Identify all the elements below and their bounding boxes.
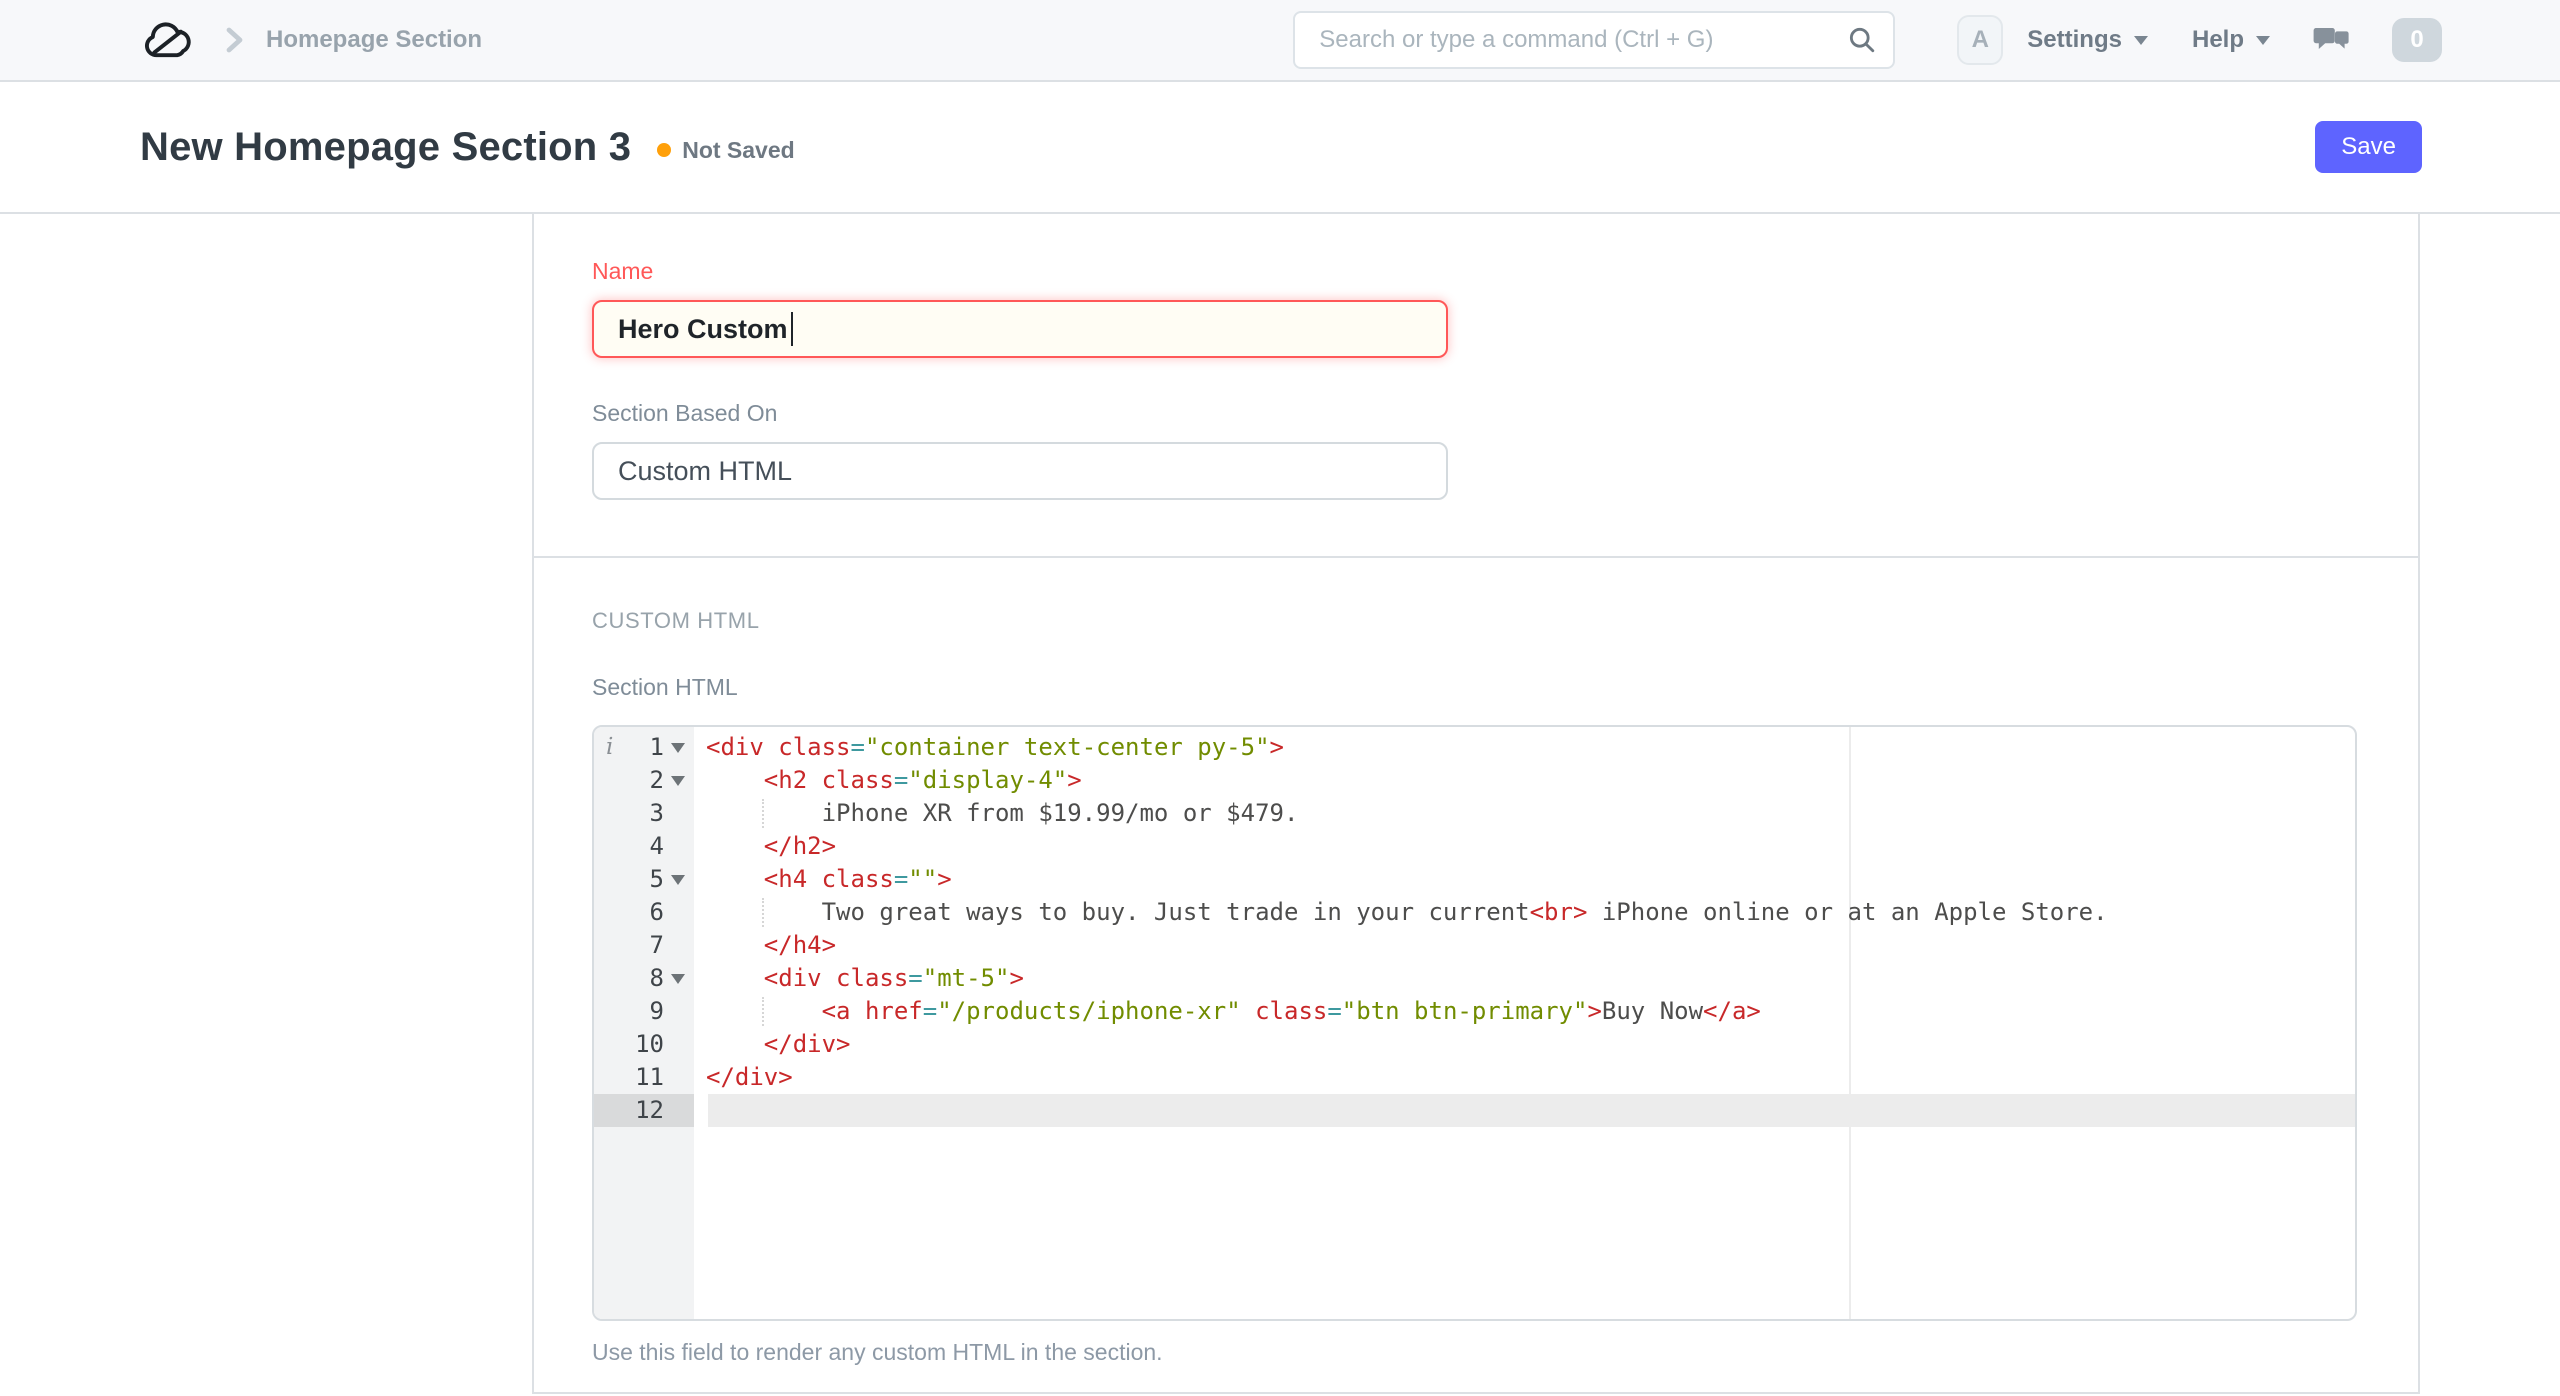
code-line[interactable]: 9 <a href="/products/iphone-xr" class="b…: [594, 995, 2355, 1028]
status-dot-icon: [657, 143, 672, 157]
form-column: Name Hero Custom Section Based On Custom…: [532, 214, 2420, 1394]
help-menu[interactable]: Help: [2192, 26, 2270, 54]
indent-guide: [762, 898, 764, 927]
breadcrumb-chevron-icon: [226, 27, 243, 53]
code-editor[interactable]: i 1 <div class="container text-center py-5…: [592, 725, 2357, 1321]
code-line[interactable]: 3 iPhone XR from $19.99/mo or $479.: [594, 797, 2355, 830]
user-avatar[interactable]: A: [1957, 15, 2004, 65]
code-line[interactable]: 11 </div>: [594, 1061, 2355, 1094]
search-input[interactable]: [1293, 11, 1896, 69]
chevron-down-icon: [2133, 35, 2148, 45]
indent-guide: [762, 799, 764, 828]
code-line[interactable]: 8 <div class="mt-5">: [594, 962, 2355, 995]
line-number: 4: [649, 832, 664, 860]
code-text: </h4>: [763, 931, 837, 959]
code-text: <div class="mt-5">: [763, 964, 1024, 992]
code-text: <div class="container text-center py-5">: [706, 733, 1284, 761]
chevron-down-icon: [2256, 35, 2270, 45]
status-indicator: Not Saved: [657, 136, 795, 164]
info-icon: i: [606, 734, 614, 760]
global-search: [1293, 11, 1896, 69]
form-section-main: Name Hero Custom Section Based On Custom…: [534, 214, 2418, 558]
code-line[interactable]: i 1 <div class="container text-center py-5…: [594, 731, 2355, 764]
code-text: <a href="/products/iphone-xr" class="btn…: [694, 995, 2355, 1028]
status-text: Not Saved: [682, 136, 795, 163]
section-html-label: Section HTML: [592, 674, 738, 700]
help-label: Help: [2191, 26, 2244, 53]
app-logo-cloud-icon[interactable]: [140, 17, 196, 63]
code-text: </div>: [706, 1063, 793, 1091]
line-number: 9: [649, 997, 664, 1025]
indent-guide: [762, 997, 764, 1026]
settings-menu[interactable]: Settings: [2027, 26, 2148, 54]
page-body: Name Hero Custom Section Based On Custom…: [0, 214, 2560, 1394]
page-title: New Homepage Section 3: [140, 124, 632, 169]
line-number: 12: [594, 1094, 694, 1127]
chat-button[interactable]: [2310, 21, 2352, 59]
line-number: 2: [594, 764, 694, 797]
line-number: 11: [635, 1063, 664, 1091]
code-line[interactable]: 7 </h4>: [594, 929, 2355, 962]
code-lines: i 1 <div class="container text-center py-5…: [594, 727, 2355, 1127]
custom-html-section-heading: CUSTOM HTML: [592, 608, 760, 633]
based-on-input-value: Custom HTML: [618, 455, 793, 486]
save-button[interactable]: Save: [2315, 121, 2422, 173]
field-gap: [592, 358, 2418, 400]
section-based-on-input[interactable]: Custom HTML: [592, 442, 1448, 500]
fold-icon[interactable]: [671, 776, 685, 786]
search-icon: [1850, 27, 1875, 53]
breadcrumb[interactable]: Homepage Section: [266, 26, 482, 54]
code-text: </div>: [763, 1030, 851, 1058]
name-input[interactable]: Hero Custom: [592, 300, 1448, 358]
line-number: i1: [594, 731, 694, 764]
based-on-field-label: Section Based On: [592, 400, 778, 426]
chat-bubbles-icon: [2313, 28, 2349, 49]
fold-icon[interactable]: [671, 974, 685, 984]
line-number: 7: [649, 931, 664, 959]
code-text: <h4 class="">: [763, 865, 952, 893]
fold-icon[interactable]: [671, 743, 685, 753]
code-text: </h2>: [763, 832, 837, 860]
page-head: New Homepage Section 3 Not Saved Save: [0, 82, 2560, 214]
text-cursor: [790, 312, 793, 346]
code-line[interactable]: 10 </div>: [594, 1028, 2355, 1061]
notification-count: 0: [2410, 26, 2424, 53]
code-text: Two great ways to buy. Just trade in you…: [706, 898, 2108, 927]
field-help-text: Use this field to render any custom HTML…: [592, 1339, 1163, 1365]
notification-badge[interactable]: 0: [2392, 18, 2442, 62]
form-section-custom-html: CUSTOM HTML Section HTML i 1 <div class="c…: [534, 558, 2418, 1394]
line-number: 5: [594, 863, 694, 896]
settings-label: Settings: [2027, 26, 2122, 53]
code-text: <h2 class="display-4">: [763, 766, 1082, 794]
code-line[interactable]: 6 Two great ways to buy. Just trade in y…: [594, 896, 2355, 929]
navbar: Homepage Section A Settings Help 0: [0, 0, 2560, 82]
code-text: iPhone XR from $19.99/mo or $479.: [706, 799, 1299, 828]
code-text: [694, 1094, 2355, 1127]
fold-icon[interactable]: [671, 875, 685, 885]
code-line[interactable]: 5 <h4 class="">: [594, 863, 2355, 896]
line-number: 10: [635, 1030, 664, 1058]
name-input-value: Hero Custom: [618, 313, 788, 344]
avatar-letter: A: [1971, 26, 1989, 53]
code-line[interactable]: 2 <h2 class="display-4">: [594, 764, 2355, 797]
line-number: 3: [649, 799, 664, 827]
line-number: 6: [649, 898, 664, 926]
code-line[interactable]: 4 </h2>: [594, 830, 2355, 863]
name-field-label: Name: [592, 258, 654, 284]
line-number: 8: [594, 962, 694, 995]
code-line[interactable]: 12: [594, 1094, 2355, 1127]
